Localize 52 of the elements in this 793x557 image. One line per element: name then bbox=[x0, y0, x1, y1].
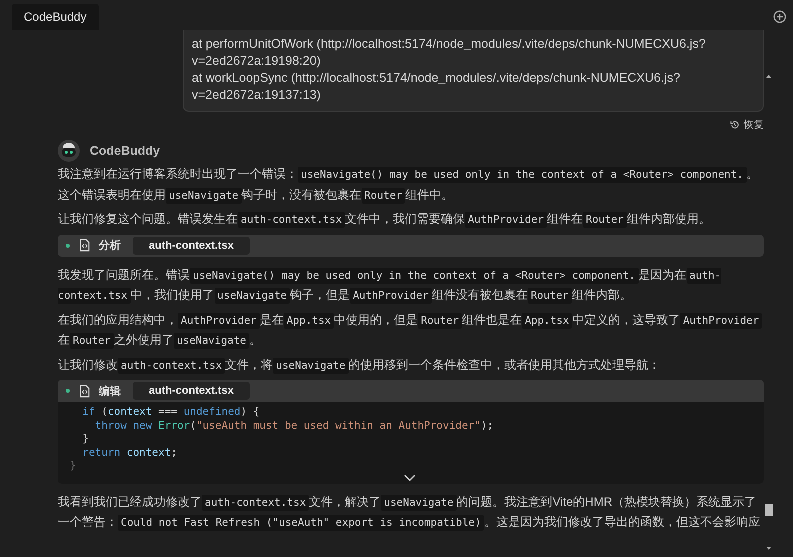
inline-code: AuthProvider bbox=[680, 312, 762, 328]
inline-code: AuthProvider bbox=[178, 312, 260, 328]
inline-code: useNavigate() may be used only in the context of a <Router> component. bbox=[298, 167, 747, 183]
chevron-down-icon[interactable] bbox=[404, 474, 416, 482]
inline-code: Router bbox=[528, 288, 572, 304]
inline-code: useNavigate bbox=[214, 288, 290, 304]
inline-code: useNavigate bbox=[166, 188, 242, 204]
inline-code: Could not Fast Refresh ("useAuth" export is incompatible) bbox=[118, 515, 484, 531]
stack-trace-line: at workLoopSync (http://localhost:5174/node_modules/.vite/deps/chunk-NUMECXU6.js? bbox=[192, 70, 682, 87]
message-paragraph: 在我们的应用结构中， AuthProvider 是在 App.tsx 中使用的，但是 Router 组件也是在 App.tsx 中定义的，这导致了 AuthProvider 在 Router 之外使用了 useNavigate 。 bbox=[58, 310, 764, 352]
file-chip[interactable]: auth-context.tsx bbox=[133, 382, 250, 400]
message-paragraph: 让我们修复这个问题。错误发生在 auth-context.tsx 文件中，我们需要确保 AuthProvider 组件在 Router 组件内部使用。 bbox=[58, 211, 712, 230]
inline-code: AuthProvider bbox=[465, 212, 548, 228]
status-dot-icon bbox=[66, 244, 70, 248]
inline-code: auth-context.tsx bbox=[118, 358, 226, 374]
inline-code: useNavigate() may be used only in the context of a <Router> component. bbox=[190, 268, 639, 284]
tab[interactable]: CodeBuddy bbox=[12, 4, 99, 30]
message-paragraph: 让我们修改 auth-context.tsx 文件，将 useNavigate 的使用移到一个条件检查中，或者使用其他方式处理导航： bbox=[58, 356, 662, 376]
inline-code: useNavigate bbox=[174, 333, 250, 349]
code-line: if (context === undefined) { bbox=[82, 406, 261, 420]
restore-button[interactable]: 恢复 bbox=[730, 116, 764, 134]
code-line: } bbox=[70, 460, 78, 474]
inline-code: AuthProvider bbox=[350, 288, 432, 304]
message-paragraph: 我看到我们已经成功修改了 auth-context.tsx 文件，解决了 useNavigate 的问题。我注意到Vite的HMR（热模块替换）系统显示了一个警告： Could not Fast Refresh ("useAuth" export is incompatible) 。这是因为我们修改了导出的函数，但这不会影响应 bbox=[58, 494, 762, 533]
inline-code: Router bbox=[583, 212, 627, 228]
assistant-name: CodeBuddy bbox=[90, 144, 160, 158]
stack-trace-line: v=2ed2672a:19137:13) bbox=[192, 87, 322, 104]
inline-code: useNavigate bbox=[273, 358, 349, 374]
history-icon bbox=[730, 120, 740, 130]
status-dot-icon bbox=[66, 389, 70, 393]
inline-code: Router bbox=[362, 188, 406, 204]
tool-action-label: 编辑 bbox=[99, 384, 121, 398]
bot-avatar-icon bbox=[58, 140, 80, 162]
code-file-icon bbox=[78, 384, 91, 398]
tool-action-label: 分析 bbox=[99, 238, 121, 253]
inline-code: auth-context.tsx bbox=[202, 494, 310, 510]
inline-code: Router bbox=[70, 333, 114, 349]
inline-code: auth-context.tsx bbox=[238, 212, 346, 228]
message-paragraph: 我发现了问题所在。错误 useNavigate() may be used only in the context of a <Router> component. 是因为在 auth-context.tsx 中，我们使用了 useNavigate 钩子，但是 AuthProvider 组件没有被包裹在 Router 组件内部。 bbox=[58, 266, 722, 306]
inline-code: App.tsx bbox=[522, 312, 572, 328]
message-paragraph: 我注意到在运行博客系统时出现了一个错误： useNavigate() may be used only in the context of a <Router> component. 。这个错误表明在使用 useNavigate 钩子时，没有被包裹在 Router 组件中。 bbox=[58, 166, 760, 206]
file-chip[interactable]: auth-context.tsx bbox=[133, 236, 250, 254]
stack-trace-line: v=2ed2672a:19198:20) bbox=[192, 53, 322, 70]
code-line: throw new Error("useAuth must be used within an AuthProvider"); bbox=[94, 420, 495, 433]
new-chat-icon[interactable] bbox=[773, 10, 787, 24]
inline-code: App.tsx bbox=[284, 312, 334, 328]
code-line: return context; bbox=[82, 446, 178, 460]
code-file-icon bbox=[78, 239, 91, 252]
stack-trace-line: at performUnitOfWork (http://localhost:5174/node_modules/.vite/deps/chunk-NUMECXU6.js? bbox=[192, 36, 707, 53]
inline-code: useNavigate bbox=[381, 494, 457, 510]
code-line: } bbox=[82, 433, 90, 446]
inline-code: Router bbox=[418, 312, 462, 328]
